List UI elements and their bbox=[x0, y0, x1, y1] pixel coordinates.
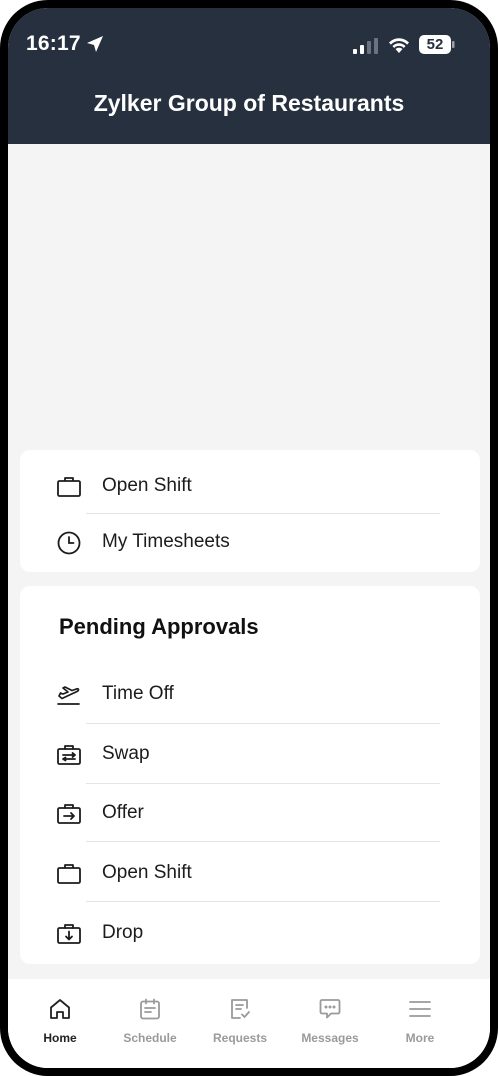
approval-item-label: Drop bbox=[102, 922, 144, 943]
tab-label: Requests bbox=[212, 1031, 268, 1045]
tab-schedule[interactable]: Schedule bbox=[105, 995, 195, 1055]
quick-links-card: Open Shift My Timesheets bbox=[20, 450, 480, 572]
section-title: Pending Approvals bbox=[59, 614, 259, 639]
offer-icon bbox=[57, 804, 81, 824]
tab-label: Home bbox=[43, 1031, 77, 1045]
drop-icon bbox=[57, 924, 81, 944]
calendar-icon bbox=[140, 998, 160, 1020]
pending-approvals-card: Pending Approvals Time Off Swap Offer Op… bbox=[20, 586, 480, 964]
tab-label: More bbox=[405, 1031, 435, 1045]
page-title: Zylker Group of Restaurants bbox=[93, 90, 405, 116]
wifi-icon bbox=[389, 38, 409, 53]
approval-item-label: Time Off bbox=[102, 683, 174, 704]
tab-label: Schedule bbox=[123, 1031, 177, 1045]
app-header: 16:17 52 Zylker Group of Restaurants bbox=[8, 8, 490, 144]
briefcase-icon bbox=[57, 864, 81, 884]
bottom-tab-bar: Home Schedule Requests Messages More bbox=[8, 979, 490, 1068]
quick-link-label: Open Shift bbox=[102, 475, 192, 496]
divider bbox=[86, 841, 440, 842]
tab-requests[interactable]: Requests bbox=[195, 995, 285, 1055]
briefcase-icon bbox=[57, 477, 81, 497]
cellular-signal-icon bbox=[353, 38, 378, 54]
swap-icon bbox=[57, 745, 81, 765]
battery-level: 52 bbox=[426, 36, 444, 53]
app-screen: 16:17 52 Zylker Group of Restaurants Ope… bbox=[8, 8, 490, 1068]
tab-label: Messages bbox=[301, 1031, 359, 1045]
approval-item-drop[interactable]: Drop bbox=[20, 905, 480, 961]
status-time: 16:17 bbox=[26, 32, 81, 55]
divider bbox=[86, 901, 440, 902]
quick-link-my-timesheets[interactable]: My Timesheets bbox=[20, 514, 480, 570]
home-icon bbox=[50, 999, 70, 1019]
approval-item-open-shift[interactable]: Open Shift bbox=[20, 845, 480, 901]
approval-item-label: Open Shift bbox=[102, 862, 192, 883]
airplane-icon bbox=[57, 686, 80, 705]
status-bar: 16:17 52 bbox=[8, 8, 490, 80]
clock-icon bbox=[57, 531, 81, 555]
menu-icon bbox=[409, 1001, 431, 1017]
quick-link-label: My Timesheets bbox=[102, 531, 230, 552]
requests-icon bbox=[231, 999, 250, 1019]
device-frame: 16:17 52 Zylker Group of Restaurants Ope… bbox=[0, 0, 498, 1076]
approval-item-swap[interactable]: Swap bbox=[20, 726, 480, 782]
approval-item-offer[interactable]: Offer bbox=[20, 785, 480, 841]
quick-link-open-shift[interactable]: Open Shift bbox=[20, 458, 480, 514]
divider bbox=[86, 723, 440, 724]
tab-home[interactable]: Home bbox=[15, 995, 105, 1055]
chat-icon bbox=[319, 999, 341, 1019]
tab-messages[interactable]: Messages bbox=[285, 995, 375, 1055]
divider bbox=[86, 783, 440, 784]
location-arrow-icon bbox=[87, 36, 103, 52]
approval-item-label: Swap bbox=[102, 743, 150, 764]
tab-more[interactable]: More bbox=[375, 995, 465, 1055]
approval-item-label: Offer bbox=[102, 802, 144, 823]
approval-item-time-off[interactable]: Time Off bbox=[20, 666, 480, 722]
